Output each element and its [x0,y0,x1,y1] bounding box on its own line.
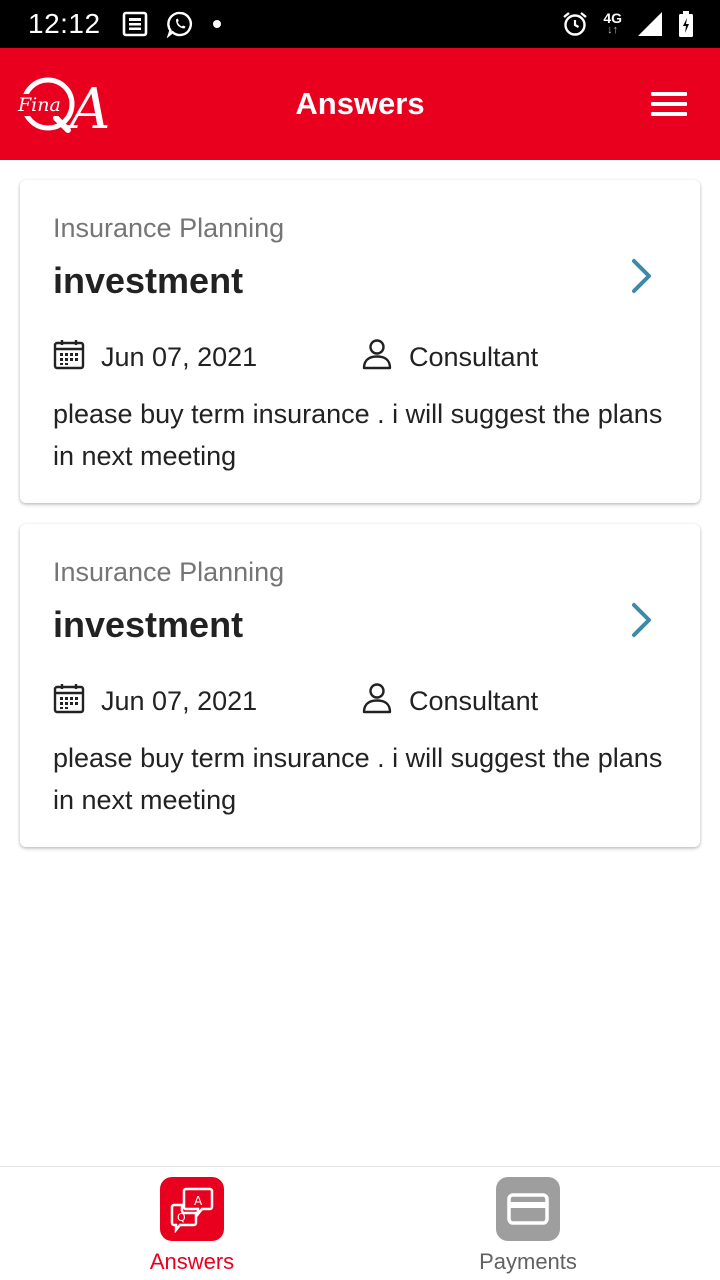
card-body: please buy term insurance . i will sugge… [53,399,663,471]
answer-card[interactable]: Insurance Planning investment Jun 07, 20… [20,524,700,847]
person-icon [361,682,393,719]
card-meta: Jun 07, 2021 Consultant [53,682,673,716]
card-body: please buy term insurance . i will sugge… [53,743,663,815]
chevron-right-icon[interactable] [626,600,656,640]
qa-chat-icon: A Q [160,1177,224,1241]
status-time: 12:12 [28,8,101,39]
answer-card[interactable]: Insurance Planning investment Jun 07, 20… [20,180,700,503]
page-title: Answers [295,86,425,121]
calendar-icon [53,338,85,375]
card-title: investment [53,604,244,645]
nav-label-payments: Payments [479,1249,577,1274]
status-right-icons: 4G ↓↑ [561,8,694,40]
nav-item-payments[interactable]: Payments [428,1175,628,1275]
person-icon [361,338,393,375]
nav-item-answers[interactable]: A Q Answers [92,1175,292,1275]
whatsapp-icon [166,10,194,38]
signal-icon [636,10,664,38]
card-date: Jun 07, 2021 [53,338,257,375]
calendar-icon [53,682,85,719]
card-title: investment [53,260,244,301]
svg-text:A: A [194,1194,203,1208]
news-icon [122,11,148,37]
svg-text:Q: Q [177,1211,186,1224]
battery-icon [678,10,694,38]
card-date-text: Jun 07, 2021 [101,341,258,372]
network-arrows: ↓↑ [607,24,619,36]
card-icon [496,1177,560,1241]
hamburger-menu-icon[interactable] [648,86,690,122]
card-date-text: Jun 07, 2021 [101,685,258,716]
app-bar: Fina A Answers [0,48,720,160]
alarm-icon [561,10,589,38]
card-author: Consultant [361,682,538,719]
card-category: Insurance Planning [53,213,285,243]
card-category: Insurance Planning [53,557,285,587]
answers-list: Insurance Planning investment Jun 07, 20… [20,180,700,868]
status-left-icons [122,10,222,38]
network-4g-icon: 4G ↓↑ [603,11,622,36]
nav-label-answers: Answers [149,1249,235,1274]
card-author-text: Consultant [409,341,539,372]
card-author-text: Consultant [409,685,539,716]
card-meta: Jun 07, 2021 Consultant [53,338,673,372]
chevron-right-icon[interactable] [626,256,656,296]
card-author: Consultant [361,338,538,375]
card-date: Jun 07, 2021 [53,682,257,719]
bottom-nav: A Q Answers Payments [0,1166,720,1280]
dot-icon [212,19,222,29]
status-bar: 12:12 4G ↓↑ [0,0,720,48]
